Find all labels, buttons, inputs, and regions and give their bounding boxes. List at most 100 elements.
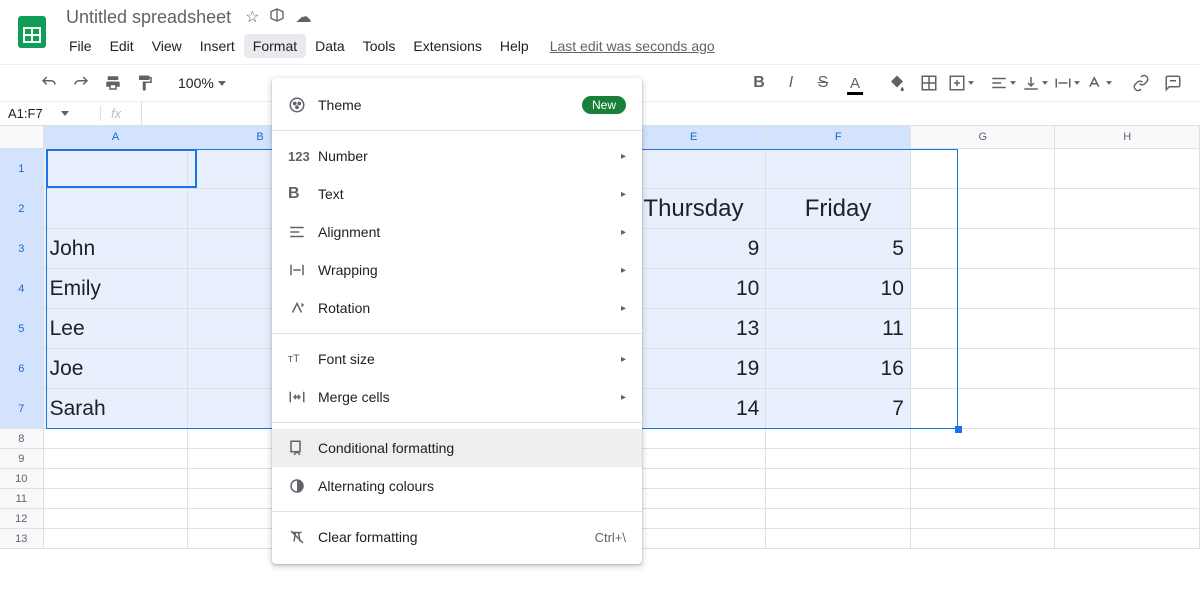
zoom-select[interactable]: 100% xyxy=(172,75,232,91)
cell[interactable] xyxy=(766,529,911,549)
cell[interactable] xyxy=(622,489,767,509)
cell[interactable] xyxy=(44,529,189,549)
cell[interactable] xyxy=(44,489,189,509)
cell[interactable] xyxy=(1055,389,1200,429)
last-edit-link[interactable]: Last edit was seconds ago xyxy=(550,38,715,54)
menu-wrapping[interactable]: Wrapping ▸ xyxy=(272,251,642,289)
menu-font-size[interactable]: ᴛT Font size ▸ xyxy=(272,340,642,378)
cell[interactable]: Sarah xyxy=(44,389,189,429)
h-align-icon[interactable] xyxy=(988,68,1018,98)
cell[interactable] xyxy=(44,189,189,229)
cell[interactable]: John xyxy=(44,229,189,269)
cell[interactable]: Joe xyxy=(44,349,189,389)
cell[interactable] xyxy=(44,149,189,189)
row-head-13[interactable]: 13 xyxy=(0,529,44,549)
menu-number[interactable]: 123 Number ▸ xyxy=(272,137,642,175)
row-head-3[interactable]: 3 xyxy=(0,229,44,269)
cell[interactable] xyxy=(622,469,767,489)
row-head-8[interactable]: 8 xyxy=(0,429,44,449)
col-head-f[interactable]: F xyxy=(766,126,911,149)
strikethrough-icon[interactable]: S xyxy=(808,68,838,98)
cell[interactable]: Friday xyxy=(766,189,911,229)
col-head-g[interactable]: G xyxy=(911,126,1056,149)
cell[interactable] xyxy=(766,149,911,189)
cell[interactable] xyxy=(44,509,189,529)
print-icon[interactable] xyxy=(98,68,128,98)
row-head-5[interactable]: 5 xyxy=(0,309,44,349)
cell[interactable] xyxy=(911,149,1056,189)
rotate-text-icon[interactable] xyxy=(1084,68,1114,98)
document-title[interactable]: Untitled spreadsheet xyxy=(60,5,237,30)
menu-format[interactable]: Format xyxy=(244,34,306,58)
menu-alternating-colours[interactable]: Alternating colours xyxy=(272,467,642,505)
cell[interactable]: Lee xyxy=(44,309,189,349)
cell[interactable]: 16 xyxy=(766,349,911,389)
cell[interactable]: Emily xyxy=(44,269,189,309)
menu-insert[interactable]: Insert xyxy=(191,34,244,58)
cell[interactable] xyxy=(44,449,189,469)
sheets-logo-icon[interactable] xyxy=(12,12,52,52)
fill-color-icon[interactable] xyxy=(882,68,912,98)
col-head-h[interactable]: H xyxy=(1055,126,1200,149)
wrap-icon[interactable] xyxy=(1052,68,1082,98)
cell[interactable] xyxy=(911,429,1056,449)
cell[interactable] xyxy=(911,529,1056,549)
cell[interactable]: 11 xyxy=(766,309,911,349)
cell[interactable]: 5 xyxy=(766,229,911,269)
row-head-11[interactable]: 11 xyxy=(0,489,44,509)
cell[interactable] xyxy=(622,149,767,189)
cell[interactable] xyxy=(622,509,767,529)
cell[interactable] xyxy=(911,469,1056,489)
cell[interactable] xyxy=(911,309,1056,349)
cell[interactable] xyxy=(911,269,1056,309)
cell[interactable] xyxy=(1055,509,1200,529)
cell[interactable] xyxy=(911,189,1056,229)
cell[interactable] xyxy=(1055,449,1200,469)
cell[interactable] xyxy=(44,469,189,489)
move-icon[interactable] xyxy=(269,7,285,28)
cell[interactable]: 13 xyxy=(622,309,767,349)
bold-icon[interactable]: B xyxy=(744,68,774,98)
cell[interactable] xyxy=(911,509,1056,529)
menu-edit[interactable]: Edit xyxy=(101,34,143,58)
cell[interactable]: 9 xyxy=(622,229,767,269)
cell[interactable] xyxy=(622,449,767,469)
name-box[interactable]: A1:F7 xyxy=(0,106,100,121)
cell[interactable] xyxy=(1055,469,1200,489)
menu-extensions[interactable]: Extensions xyxy=(404,34,490,58)
menu-alignment[interactable]: Alignment ▸ xyxy=(272,213,642,251)
cell[interactable] xyxy=(1055,489,1200,509)
cell[interactable]: 19 xyxy=(622,349,767,389)
comment-icon[interactable] xyxy=(1158,68,1188,98)
italic-icon[interactable]: I xyxy=(776,68,806,98)
star-icon[interactable]: ☆ xyxy=(245,7,259,28)
row-head-12[interactable]: 12 xyxy=(0,509,44,529)
cell[interactable] xyxy=(1055,189,1200,229)
select-all-corner[interactable] xyxy=(0,126,44,149)
row-head-9[interactable]: 9 xyxy=(0,449,44,469)
menu-data[interactable]: Data xyxy=(306,34,354,58)
borders-icon[interactable] xyxy=(914,68,944,98)
cell[interactable] xyxy=(1055,429,1200,449)
cell[interactable] xyxy=(766,429,911,449)
cell[interactable] xyxy=(911,489,1056,509)
menu-help[interactable]: Help xyxy=(491,34,538,58)
row-head-6[interactable]: 6 xyxy=(0,349,44,389)
menu-rotation[interactable]: Rotation ▸ xyxy=(272,289,642,327)
merge-cells-icon[interactable] xyxy=(946,68,976,98)
undo-icon[interactable] xyxy=(34,68,64,98)
menu-clear-formatting[interactable]: Clear formatting Ctrl+\ xyxy=(272,518,642,556)
cell[interactable]: Thursday xyxy=(622,189,767,229)
col-head-e[interactable]: E xyxy=(622,126,767,149)
cell[interactable] xyxy=(1055,309,1200,349)
cell[interactable] xyxy=(622,529,767,549)
cell[interactable]: 10 xyxy=(622,269,767,309)
cell[interactable] xyxy=(766,449,911,469)
menu-text[interactable]: B Text ▸ xyxy=(272,175,642,213)
row-head-7[interactable]: 7 xyxy=(0,389,44,429)
paint-format-icon[interactable] xyxy=(130,68,160,98)
cell[interactable] xyxy=(911,349,1056,389)
cell[interactable] xyxy=(766,489,911,509)
cloud-status-icon[interactable]: ☁ xyxy=(295,7,311,28)
text-color-icon[interactable]: A xyxy=(840,68,870,98)
